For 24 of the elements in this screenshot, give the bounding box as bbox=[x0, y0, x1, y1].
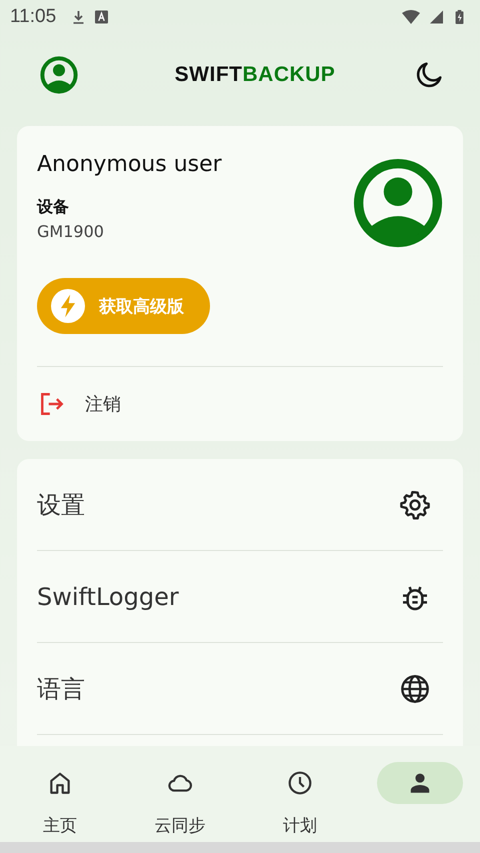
device-value: GM1900 bbox=[37, 222, 105, 241]
user-name: Anonymous user bbox=[37, 152, 222, 177]
nav-tab[interactable]: 计划 bbox=[250, 762, 350, 837]
clock-icon bbox=[287, 770, 313, 796]
status-time: 11:05 bbox=[10, 6, 56, 28]
profile-icon[interactable] bbox=[40, 56, 78, 94]
device-label: 设备 bbox=[37, 197, 70, 218]
battery-icon bbox=[453, 10, 466, 24]
wifi-icon bbox=[402, 10, 420, 24]
app-logo: SWIFTBACKUP bbox=[174, 63, 336, 87]
menu-item[interactable]: 语言 bbox=[37, 643, 443, 734]
avatar-icon bbox=[353, 158, 443, 248]
keyboard-icon bbox=[95, 10, 108, 24]
menu-item[interactable]: SwiftLogger bbox=[37, 551, 443, 642]
settings-icon bbox=[399, 488, 431, 520]
logout-icon bbox=[39, 391, 65, 417]
signal-icon bbox=[430, 10, 443, 24]
logout-button[interactable]: 注销 bbox=[37, 367, 443, 441]
nav-tab[interactable]: 主页 bbox=[10, 762, 110, 837]
nav-tab[interactable]: 云同步 bbox=[130, 762, 230, 837]
download-icon bbox=[72, 10, 86, 24]
globe-icon bbox=[399, 672, 431, 704]
menu-item[interactable]: 设置 bbox=[37, 459, 443, 550]
lightning-icon bbox=[51, 289, 85, 323]
